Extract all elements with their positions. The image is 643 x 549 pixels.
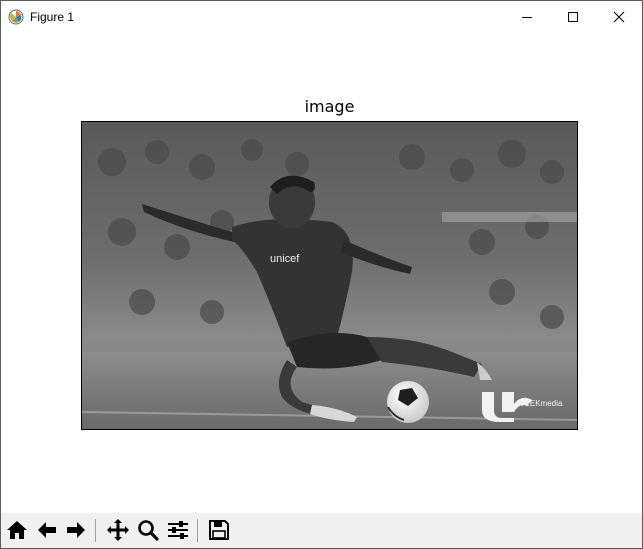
minimize-button[interactable] (504, 1, 550, 33)
figure-window: Figure 1 image unicef WEEKmedia (0, 0, 643, 549)
toolbar-separator (197, 519, 198, 542)
back-button[interactable] (34, 516, 60, 544)
jersey-text: unicef (270, 253, 300, 265)
sliders-icon (168, 521, 188, 539)
toolbar-separator (95, 519, 96, 542)
forward-button[interactable] (63, 516, 89, 544)
image-axes[interactable]: unicef WEEKmedia (81, 121, 578, 430)
matplotlib-logo-icon (8, 9, 24, 25)
move-icon (107, 519, 129, 541)
figure-canvas[interactable]: image unicef WEEKmedia (1, 33, 642, 513)
close-button[interactable] (596, 1, 642, 33)
subplots-button[interactable] (165, 516, 191, 544)
watermark-text: WEEKmedia (517, 399, 563, 408)
close-icon (613, 11, 625, 23)
pan-button[interactable] (105, 516, 131, 544)
zoom-button[interactable] (135, 516, 161, 544)
maximize-icon (568, 12, 578, 22)
floppy-icon (209, 520, 229, 540)
minimize-icon (522, 17, 532, 18)
window-title: Figure 1 (30, 10, 75, 24)
arrow-right-icon (67, 522, 85, 538)
grayscale-photo: unicef WEEKmedia (82, 122, 577, 429)
magnifier-icon (138, 520, 159, 541)
arrow-left-icon (38, 522, 56, 538)
axes-title: image (304, 97, 355, 116)
home-icon (7, 521, 27, 539)
maximize-button[interactable] (550, 1, 596, 33)
home-button[interactable] (4, 516, 30, 544)
navigation-toolbar (1, 513, 642, 548)
title-bar[interactable]: Figure 1 (1, 1, 642, 33)
save-button[interactable] (206, 516, 232, 544)
